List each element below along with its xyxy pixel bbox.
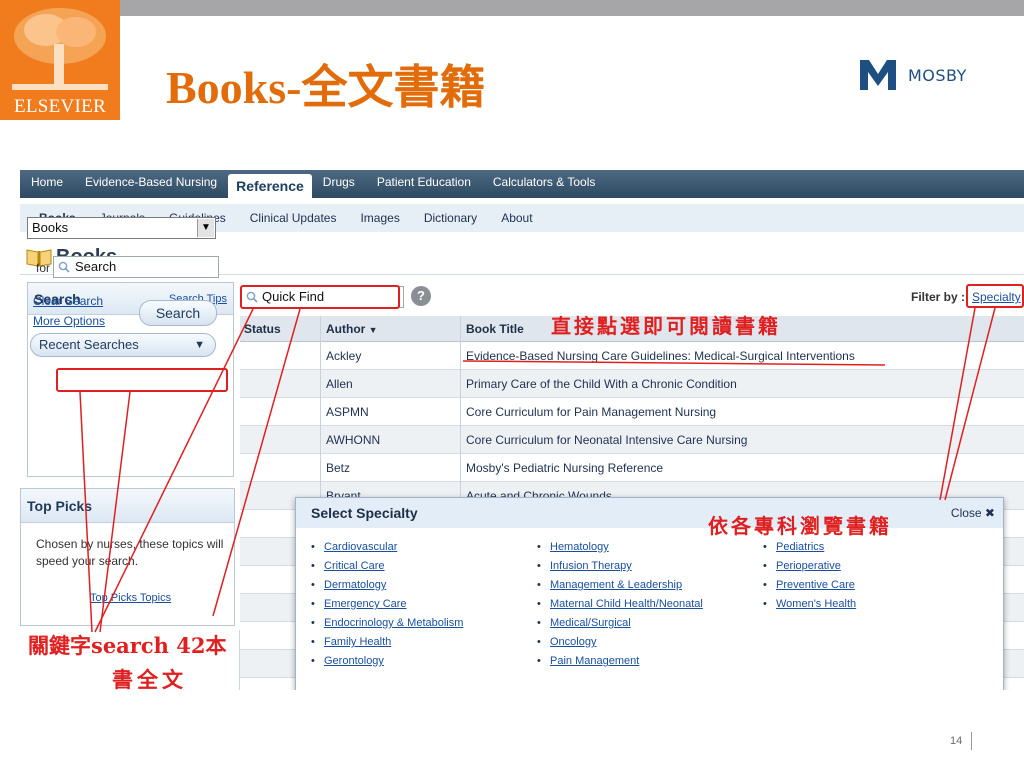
quick-find-highlight [240, 285, 400, 309]
nav-home[interactable]: Home [20, 170, 74, 198]
nav-patient-education[interactable]: Patient Education [366, 170, 482, 198]
table-row[interactable]: Ackley Evidence-Based Nursing Care Guide… [240, 342, 1024, 370]
clear-search-link[interactable]: Clear Search [33, 294, 103, 308]
nav-evidence-based-nursing[interactable]: Evidence-Based Nursing [74, 170, 228, 198]
specialty-link[interactable]: Hematology [537, 538, 703, 557]
specialty-list-col2: Hematology Infusion Therapy Management &… [537, 538, 703, 671]
row-author: Betz [326, 461, 351, 475]
tab-images[interactable]: Images [348, 211, 411, 225]
page-number: 14 [950, 735, 963, 747]
row-author: AWHONN [326, 433, 381, 447]
for-label: for [36, 261, 51, 275]
specialty-link[interactable]: Pain Management [537, 652, 703, 671]
slide-top-bar [120, 0, 1024, 16]
row-book-title-link[interactable]: Core Curriculum for Neonatal Intensive C… [466, 433, 747, 447]
specialty-link[interactable]: Oncology [537, 633, 703, 652]
select-arrow-icon: ▼ [197, 219, 214, 237]
column-status[interactable]: Status [244, 322, 281, 336]
specialty-highlight [966, 284, 1024, 308]
scope-select-value: Books [32, 220, 69, 235]
select-specialty-popup: Select Specialty Close ✖ Cardiovascular … [295, 497, 1004, 690]
tab-dictionary[interactable]: Dictionary [412, 211, 489, 225]
more-options-link[interactable]: More Options [33, 314, 105, 328]
table-row[interactable]: AWHONN Core Curriculum for Neonatal Inte… [240, 426, 1024, 454]
column-author-label: Author [326, 322, 366, 336]
search-button[interactable]: Search [139, 300, 217, 326]
website-screenshot: Home Evidence-Based Nursing Reference Dr… [20, 170, 1024, 690]
row-book-title-link[interactable]: Evidence-Based Nursing Care Guidelines: … [466, 349, 855, 363]
help-icon[interactable]: ? [411, 286, 431, 306]
specialty-link[interactable]: Perioperative [763, 557, 856, 576]
table-row[interactable]: Allen Primary Care of the Child With a C… [240, 370, 1024, 398]
specialty-list-col3: Pediatrics Perioperative Preventive Care… [763, 538, 856, 614]
row-book-title-link[interactable]: Mosby's Pediatric Nursing Reference [466, 461, 663, 475]
specialty-list-col1: Cardiovascular Critical Care Dermatology… [311, 538, 463, 671]
search-icon [58, 261, 70, 273]
mosby-text: MOSBY [908, 65, 967, 85]
search-input[interactable]: Search [53, 256, 219, 278]
search-input-placeholder: Search [75, 259, 117, 274]
annotation-click-to-read: 直接點選即可閱讀書籍 [551, 314, 781, 338]
specialty-link[interactable]: Management & Leadership [537, 576, 703, 595]
specialty-link[interactable]: Pediatrics [763, 538, 856, 557]
sort-down-icon: ▼ [368, 325, 378, 335]
specialty-link[interactable]: Women's Health [763, 595, 856, 614]
specialty-link[interactable]: Cardiovascular [311, 538, 463, 557]
recent-searches-label: Recent Searches [39, 337, 139, 352]
top-picks-description: Chosen by nurses, these topics will spee… [36, 537, 224, 568]
column-book-title[interactable]: Book Title [466, 322, 524, 336]
top-picks-header: Top Picks [21, 489, 234, 523]
mosby-m-icon [860, 60, 896, 90]
specialty-link[interactable]: Maternal Child Health/Neonatal [537, 595, 703, 614]
elsevier-logo: ELSEVIER [0, 0, 120, 120]
specialty-link[interactable]: Emergency Care [311, 595, 463, 614]
recent-searches-button[interactable]: Recent Searches ▼ [30, 333, 216, 357]
row-author: ASPMN [326, 405, 369, 419]
row-author: Allen [326, 377, 353, 391]
slide-title: Books-全文書籍 [166, 62, 486, 113]
nav-calculators-tools[interactable]: Calculators & Tools [482, 170, 607, 198]
tab-clinical-updates[interactable]: Clinical Updates [238, 211, 349, 225]
search-field-highlight [56, 368, 228, 392]
row-author: Ackley [326, 349, 362, 363]
annotation-full-text: 書全文 [112, 667, 187, 692]
tab-about[interactable]: About [489, 211, 544, 225]
nav-reference[interactable]: Reference [228, 174, 312, 198]
table-row[interactable]: ASPMN Core Curriculum for Pain Managemen… [240, 398, 1024, 426]
table-row[interactable]: Betz Mosby's Pediatric Nursing Reference [240, 454, 1024, 482]
elsevier-logo-text: ELSEVIER [13, 96, 107, 117]
specialty-link[interactable]: Medical/Surgical [537, 614, 703, 633]
top-picks-title: Top Picks [27, 497, 93, 514]
top-picks-topics-link[interactable]: Top Picks Topics [90, 592, 171, 604]
page-number-divider [971, 732, 972, 750]
nav-drugs[interactable]: Drugs [312, 170, 366, 198]
specialty-link[interactable]: Gerontology [311, 652, 463, 671]
popup-close-button[interactable]: Close ✖ [951, 506, 995, 520]
specialty-link[interactable]: Endocrinology & Metabolism [311, 614, 463, 633]
popup-title: Select Specialty [311, 505, 418, 521]
row-book-title-link[interactable]: Primary Care of the Child With a Chronic… [466, 377, 737, 391]
annotation-keyword-search: 關鍵字search 42本 [28, 633, 227, 658]
specialty-link[interactable]: Preventive Care [763, 576, 856, 595]
filter-label: Filter by : [911, 290, 966, 304]
specialty-link[interactable]: Family Health [311, 633, 463, 652]
chevron-down-icon: ▼ [194, 339, 205, 351]
specialty-link[interactable]: Infusion Therapy [537, 557, 703, 576]
mosby-brand: MOSBY [860, 58, 967, 92]
primary-nav: Home Evidence-Based Nursing Reference Dr… [20, 170, 1024, 198]
row-book-title-link[interactable]: Core Curriculum for Pain Management Nurs… [466, 405, 716, 419]
annotation-browse-by-specialty: 依各專科瀏覽書籍 [708, 514, 892, 538]
specialty-link[interactable]: Critical Care [311, 557, 463, 576]
popup-header: Select Specialty Close ✖ [296, 498, 1003, 528]
elsevier-tree-icon [12, 8, 108, 90]
specialty-link[interactable]: Dermatology [311, 576, 463, 595]
column-author[interactable]: Author ▼ [326, 322, 378, 336]
scope-select[interactable]: Books ▼ [27, 217, 216, 239]
